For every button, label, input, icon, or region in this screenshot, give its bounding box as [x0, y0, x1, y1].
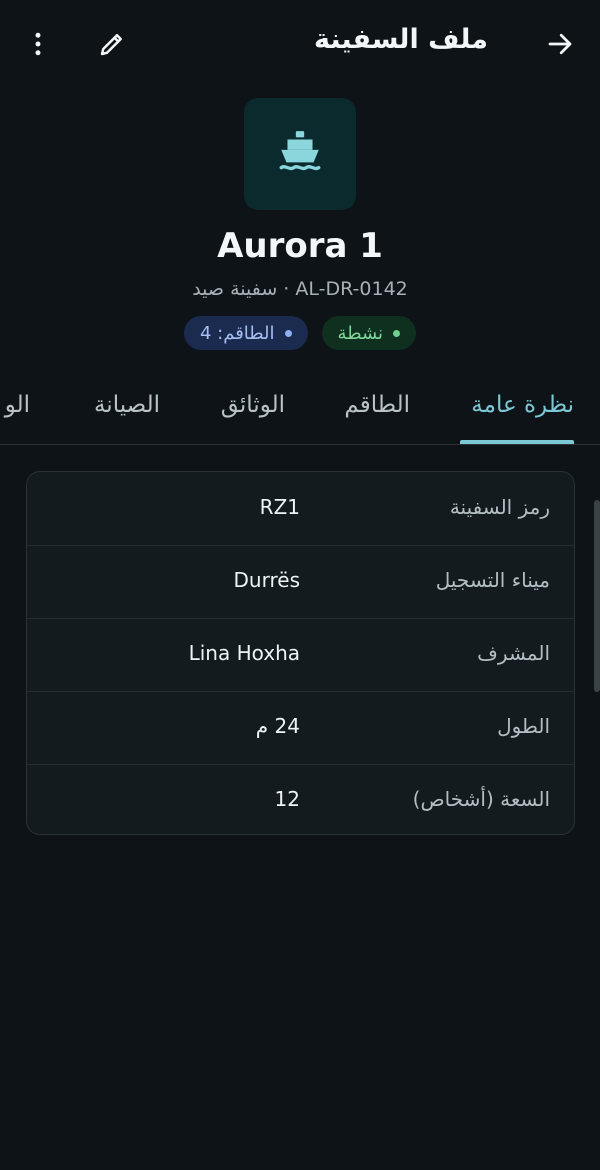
vessel-name: Aurora 1 — [217, 226, 383, 266]
detail-row: السعة (أشخاص) 12 — [27, 764, 574, 834]
tab-documents[interactable]: الوثائق — [221, 392, 285, 418]
status-badge: نشطة — [321, 316, 417, 350]
tab-crew[interactable]: الطاقم — [344, 392, 410, 418]
detail-row: المشرف Lina Hoxha — [27, 618, 574, 692]
app-bar: ملف السفينة — [0, 0, 600, 88]
tab-indicator — [460, 440, 574, 444]
crew-badge: الطاقم: 4 — [183, 316, 308, 350]
detail-value: RZ1 — [259, 495, 300, 519]
page-title: ملف السفينة — [313, 24, 488, 55]
vessel-subtitle: AL-DR-0142 · سفينة صيد — [192, 278, 408, 300]
scrollbar[interactable] — [594, 500, 600, 692]
vessel-avatar — [244, 98, 356, 210]
status-badge-label: نشطة — [337, 322, 384, 344]
detail-value: Durrës — [233, 568, 300, 592]
ship-icon — [275, 127, 325, 181]
detail-value: Lina Hoxha — [188, 641, 300, 665]
detail-row: الطول 24 م — [27, 691, 574, 765]
tab-more[interactable]: الو — [5, 392, 30, 418]
detail-label: الطول — [497, 714, 550, 738]
more-vertical-icon[interactable] — [16, 22, 60, 66]
details-card: رمز السفينة RZ1 ميناء التسجيل Durrës الم… — [26, 471, 575, 835]
detail-value: 12 — [274, 787, 300, 811]
detail-label: السعة (أشخاص) — [412, 787, 550, 811]
tab-maintenance[interactable]: الصيانة — [94, 392, 160, 418]
detail-row: ميناء التسجيل Durrës — [27, 545, 574, 619]
detail-value: 24 م — [255, 714, 300, 738]
detail-label: رمز السفينة — [449, 495, 550, 519]
crew-dot-icon — [284, 329, 292, 337]
status-badges: نشطة الطاقم: 4 — [0, 316, 600, 350]
back-arrow-icon[interactable] — [538, 22, 582, 66]
detail-row: رمز السفينة RZ1 — [27, 472, 574, 546]
edit-pencil-icon[interactable] — [90, 22, 134, 66]
detail-label: المشرف — [477, 641, 550, 665]
crew-badge-label: الطاقم: 4 — [199, 322, 275, 344]
tab-overview[interactable]: نظرة عامة — [471, 392, 574, 418]
status-dot-icon — [393, 329, 401, 337]
detail-label: ميناء التسجيل — [435, 568, 550, 592]
tab-bar: نظرة عامة الطاقم الوثائق الصيانة الو — [0, 370, 600, 445]
